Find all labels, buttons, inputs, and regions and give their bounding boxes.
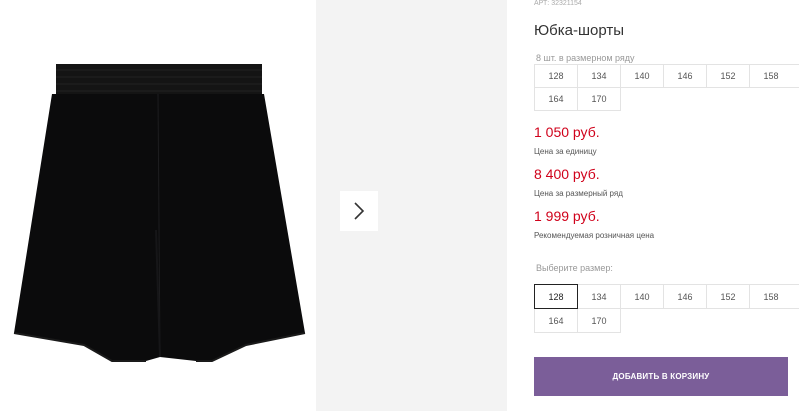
pack-price: 8 400 руб.	[534, 166, 600, 182]
chevron-right-icon	[354, 202, 365, 220]
pack-size-cell: 170	[577, 87, 621, 111]
pack-size-cell: 164	[534, 87, 578, 111]
add-to-cart-button[interactable]: ДОБАВИТЬ В КОРЗИНУ	[534, 357, 788, 396]
size-option-164[interactable]: 164	[534, 308, 578, 333]
size-option-170[interactable]: 170	[577, 308, 621, 333]
pack-price-note: Цена за размерный ряд	[534, 189, 623, 198]
pack-size-cell: 152	[706, 64, 750, 88]
unit-price-note: Цена за единицу	[534, 147, 597, 156]
product-info: АРТ: 32321154 Юбка-шорты 8 шт. в размерн…	[534, 0, 800, 411]
size-option-140[interactable]: 140	[620, 284, 664, 309]
unit-price: 1 050 руб.	[534, 124, 600, 140]
pack-size-cell: 158	[749, 64, 793, 88]
gallery-next-button[interactable]	[340, 191, 378, 231]
retail-price: 1 999 руб.	[534, 208, 600, 224]
size-option-158[interactable]: 158	[749, 284, 793, 309]
product-sku: АРТ: 32321154	[534, 0, 582, 7]
product-gallery	[0, 0, 507, 411]
pack-size-grid: 128 134 140 146 152 158 164 170	[534, 64, 799, 111]
retail-price-note: Рекомендуемая розничная цена	[534, 231, 655, 240]
skirt-shorts-image	[13, 64, 306, 362]
product-title: Юбка-шорты	[534, 22, 625, 39]
pack-size-edge	[792, 64, 799, 88]
size-option-edge	[792, 284, 799, 309]
size-option-146[interactable]: 146	[663, 284, 707, 309]
product-photo[interactable]	[0, 0, 316, 411]
size-option-128[interactable]: 128	[534, 284, 578, 309]
size-select-label: Выберите размер:	[536, 263, 613, 273]
pack-size-cell: 146	[663, 64, 707, 88]
size-select-grid: 128 134 140 146 152 158 164 170	[534, 284, 799, 333]
pack-size-cell: 128	[534, 64, 578, 88]
pack-label: 8 шт. в размерном ряду	[536, 53, 635, 63]
pack-size-cell: 134	[577, 64, 621, 88]
size-option-134[interactable]: 134	[577, 284, 621, 309]
pack-size-cell: 140	[620, 64, 664, 88]
size-option-152[interactable]: 152	[706, 284, 750, 309]
